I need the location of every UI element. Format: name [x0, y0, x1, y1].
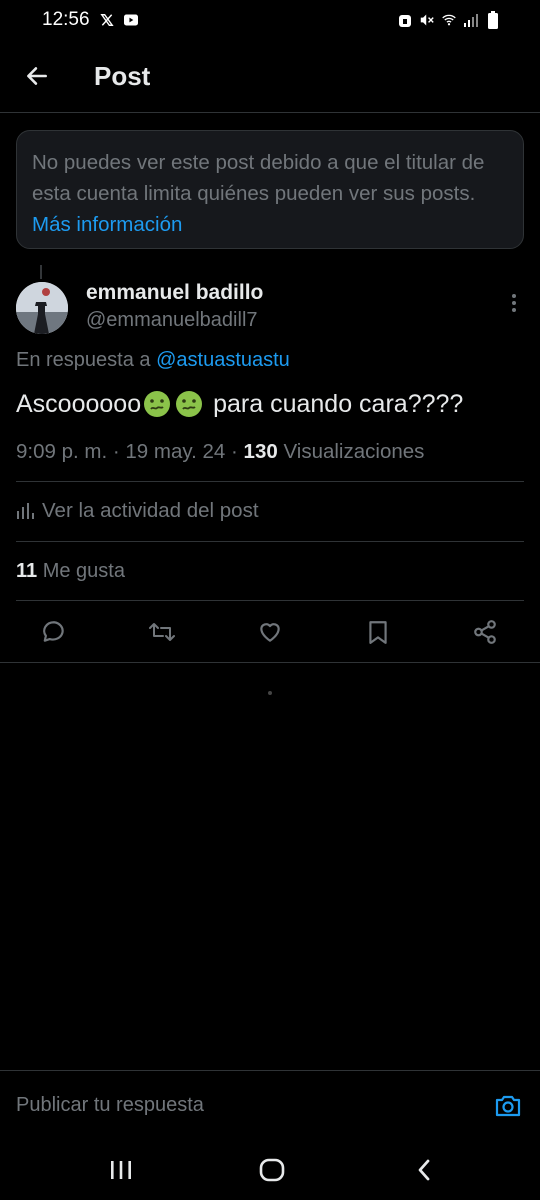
mute-icon — [420, 13, 434, 27]
views-label: Visualizaciones — [283, 440, 425, 463]
avatar-image — [16, 282, 68, 334]
analytics-icon — [17, 503, 34, 519]
likes-count: 11 — [16, 560, 38, 582]
post-action-bar — [0, 612, 540, 652]
reply-composer: Publicar tu respuesta — [0, 1070, 540, 1140]
share-icon — [474, 620, 496, 644]
post-metadata: 9:09 p. m. · 19 may. 24 · 130 Visualizac… — [16, 440, 424, 464]
youtube-icon — [123, 13, 138, 27]
lock-icon — [398, 13, 412, 27]
divider — [16, 541, 524, 542]
views-count: 130 — [243, 440, 278, 463]
page-title: Post — [94, 60, 151, 91]
chevron-left-icon — [418, 1159, 430, 1181]
avatar[interactable] — [16, 282, 68, 334]
bookmark-button[interactable] — [358, 612, 398, 652]
divider — [16, 600, 524, 601]
nauseated-face-emoji-icon — [176, 391, 203, 417]
recent-apps-button[interactable] — [101, 1150, 141, 1190]
heart-icon — [260, 623, 280, 642]
restricted-post-notice: No puedes ver este post debido a que el … — [16, 130, 524, 249]
recent-apps-icon — [111, 1161, 131, 1179]
status-bar: 12:56 — [0, 0, 540, 40]
system-navigation-bar — [0, 1140, 540, 1200]
loading-indicator — [268, 691, 272, 695]
repost-button[interactable] — [142, 612, 182, 652]
signal-icon — [464, 13, 478, 27]
post-date: 19 may. 24 — [125, 440, 226, 463]
activity-label: Ver la actividad del post — [42, 499, 259, 522]
post-time: 9:09 p. m. — [16, 440, 108, 463]
system-back-button[interactable] — [404, 1150, 444, 1190]
reply-input[interactable]: Publicar tu respuesta — [16, 1094, 486, 1117]
notice-text: No puedes ver este post debido a que el … — [32, 151, 485, 205]
author-handle[interactable]: @emmanuelbadill7 — [86, 309, 258, 332]
post-activity-button[interactable]: Ver la actividad del post — [16, 499, 259, 523]
home-icon — [259, 1158, 285, 1182]
post-text-start: Ascoooooo — [16, 389, 142, 418]
divider — [16, 481, 524, 482]
post-text-end: para cuando cara???? — [213, 389, 464, 418]
meta-separator: · — [231, 440, 238, 463]
comment-icon — [43, 621, 64, 642]
likes-summary[interactable]: 11 Me gusta — [16, 560, 125, 583]
likes-label: Me gusta — [42, 560, 125, 582]
reply-mention-link[interactable]: @astuastuastu — [156, 349, 290, 371]
x-logo-icon — [99, 13, 114, 27]
reply-context: En respuesta a @astuastuastu — [16, 349, 290, 372]
more-vertical-icon — [512, 294, 516, 312]
reply-button[interactable] — [34, 612, 74, 652]
meta-separator: · — [112, 440, 120, 463]
more-info-link[interactable]: Más información — [32, 213, 182, 236]
divider — [0, 662, 540, 663]
wifi-icon — [442, 13, 456, 27]
nauseated-face-emoji-icon — [144, 391, 171, 417]
reply-prefix: En respuesta a — [16, 349, 151, 371]
battery-icon — [486, 11, 500, 29]
repost-icon — [149, 623, 175, 641]
top-app-bar: Post — [0, 40, 540, 113]
thread-connector-line — [40, 265, 42, 279]
home-button[interactable] — [252, 1150, 292, 1190]
more-options-button[interactable] — [500, 291, 528, 315]
post-text: Ascoooooo para cuando cara???? — [16, 389, 463, 419]
arrow-left-icon — [27, 67, 47, 85]
author-name[interactable]: emmanuel badillo — [86, 281, 263, 305]
like-button[interactable] — [250, 612, 290, 652]
camera-button[interactable] — [486, 1084, 530, 1128]
back-button[interactable] — [12, 51, 62, 101]
status-time: 12:56 — [42, 9, 90, 30]
camera-icon — [495, 1095, 521, 1116]
bookmark-icon — [369, 621, 387, 644]
share-button[interactable] — [465, 612, 505, 652]
